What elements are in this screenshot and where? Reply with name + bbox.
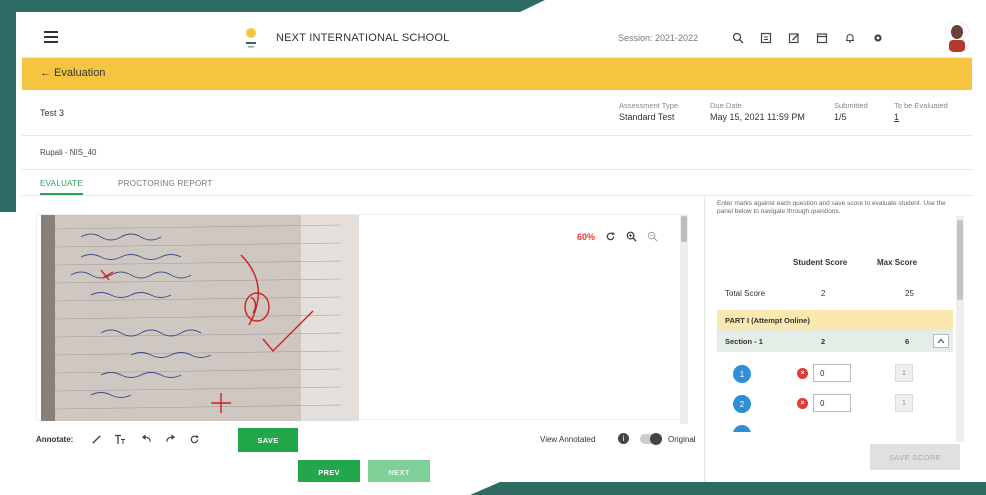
- school-name: NEXT INTERNATIONAL SCHOOL: [276, 32, 450, 44]
- chevron-up-icon[interactable]: [933, 334, 949, 348]
- evaluation-header: ← Evaluation: [22, 58, 972, 90]
- question-number-badge[interactable]: [733, 425, 751, 432]
- student-score-header: Student Score: [793, 258, 848, 267]
- school-logo: [246, 28, 256, 48]
- question-row: 2 × 0 1: [717, 392, 953, 418]
- part-label: PART I (Attempt Online): [725, 316, 810, 325]
- pen-icon[interactable]: [86, 430, 106, 448]
- total-score-label: Total Score: [725, 289, 766, 298]
- back-to-evaluation-link[interactable]: ← Evaluation: [40, 67, 105, 79]
- due-date-value: May 15, 2021 11:59 PM: [710, 112, 805, 122]
- calendar-icon[interactable]: [808, 28, 836, 48]
- reset-icon[interactable]: [184, 430, 204, 448]
- tab-proctoring-report[interactable]: PROCTORING REPORT: [118, 179, 213, 188]
- total-student-score: 2: [821, 289, 826, 298]
- viewer-scrollbar[interactable]: [680, 214, 688, 424]
- user-avatar[interactable]: [945, 22, 969, 52]
- clipboard-icon[interactable]: [752, 28, 780, 48]
- question-score-input[interactable]: 0: [813, 364, 851, 382]
- gear-icon[interactable]: [864, 28, 892, 48]
- assessment-type-label: Assessment Type: [619, 101, 679, 110]
- part-header[interactable]: PART I (Attempt Online): [717, 310, 953, 330]
- annotate-toolbar: Annotate: SAVE View Annotated i Original: [36, 422, 696, 456]
- section-label: Section - 1: [725, 337, 763, 346]
- section-student-score: 2: [821, 337, 826, 346]
- question-number-badge[interactable]: 2: [733, 395, 751, 413]
- student-name: Rupali - NIS_40: [40, 148, 97, 157]
- scoring-panel: Enter marks against each question and sa…: [704, 196, 972, 482]
- question-max-score: 1: [895, 364, 913, 382]
- section-max-score: 6: [905, 337, 910, 346]
- redo-icon[interactable]: [160, 430, 180, 448]
- to-be-evaluated-label: To be Evaluated: [894, 101, 948, 110]
- prev-button[interactable]: PREV: [298, 460, 360, 482]
- panel-scrollbar[interactable]: [956, 216, 964, 442]
- tab-bar: EVALUATE PROCTORING REPORT: [22, 170, 972, 196]
- question-row: [717, 422, 953, 432]
- tab-evaluate[interactable]: EVALUATE: [40, 179, 84, 195]
- bell-icon[interactable]: [836, 28, 864, 48]
- section-row[interactable]: Section - 1 2 6: [717, 330, 953, 352]
- save-score-button[interactable]: SAVE SCORE: [870, 444, 960, 470]
- answer-sheet-viewer: 60%: [36, 214, 684, 421]
- question-number-badge[interactable]: 1: [733, 365, 751, 383]
- info-icon[interactable]: i: [618, 433, 629, 444]
- session-label: Session: 2021-2022: [618, 33, 699, 43]
- incorrect-icon: ×: [797, 398, 808, 409]
- annotated-original-toggle[interactable]: [640, 433, 662, 445]
- app-window: NEXT INTERNATIONAL SCHOOL Session: 2021-…: [22, 18, 972, 482]
- answer-sheet-image[interactable]: [41, 215, 359, 421]
- due-date-label: Due Date: [710, 101, 742, 110]
- submitted-label: Submitted: [834, 101, 868, 110]
- view-annotated-label: View Annotated: [540, 435, 596, 444]
- incorrect-icon: ×: [797, 368, 808, 379]
- submitted-value: 1/5: [834, 112, 847, 122]
- original-label: Original: [668, 435, 696, 444]
- annotate-label: Annotate:: [36, 435, 74, 444]
- question-score-input[interactable]: 0: [813, 394, 851, 412]
- max-score-header: Max Score: [877, 258, 918, 267]
- panel-instructions: Enter marks against each question and sa…: [717, 200, 946, 216]
- text-tool-icon[interactable]: [110, 430, 130, 448]
- zoom-out-icon[interactable]: [647, 231, 658, 242]
- student-row: Rupali - NIS_40: [22, 136, 972, 170]
- question-row: 1 × 0 1: [717, 362, 953, 388]
- question-max-score: 1: [895, 394, 913, 412]
- assessment-type-value: Standard Test: [619, 112, 675, 122]
- zoom-in-icon[interactable]: [626, 231, 637, 242]
- menu-icon[interactable]: [44, 31, 58, 43]
- total-max-score: 25: [905, 289, 914, 298]
- top-bar: NEXT INTERNATIONAL SCHOOL Session: 2021-…: [22, 18, 972, 58]
- search-icon[interactable]: [724, 28, 752, 48]
- undo-icon[interactable]: [136, 430, 156, 448]
- test-name: Test 3: [40, 108, 65, 118]
- to-be-evaluated-value[interactable]: 1: [894, 112, 948, 122]
- test-info-bar: Test 3 Assessment Type Standard Test Due…: [22, 90, 972, 136]
- edit-icon[interactable]: [780, 28, 808, 48]
- zoom-level: 60%: [577, 231, 596, 242]
- rotate-icon[interactable]: [605, 231, 616, 242]
- save-annotation-button[interactable]: SAVE: [238, 428, 298, 452]
- total-score-row: Total Score 2 25: [717, 284, 953, 306]
- next-button[interactable]: NEXT: [368, 460, 430, 482]
